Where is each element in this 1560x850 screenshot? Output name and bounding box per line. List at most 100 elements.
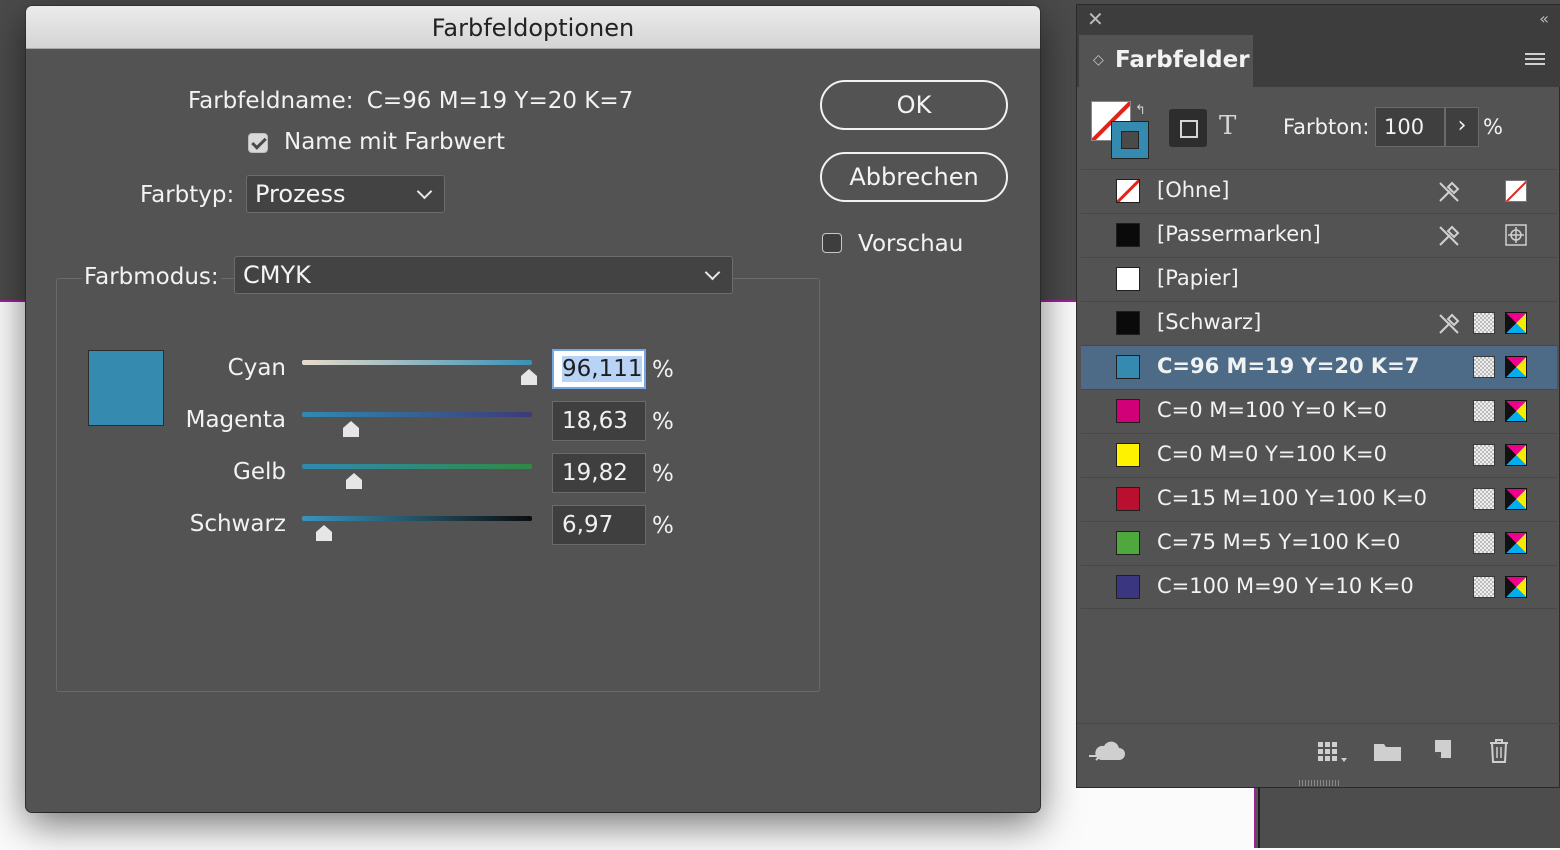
- swatch-name: [Schwarz]: [1157, 310, 1262, 334]
- not-editable-icon: [1439, 313, 1460, 334]
- pasteboard-area: [1256, 786, 1560, 848]
- name-with-value-label: Name mit Farbwert: [284, 129, 505, 155]
- swatch-chip: [1116, 223, 1140, 247]
- name-with-value-checkbox[interactable]: [248, 133, 268, 153]
- color-type-label: Farbtyp:: [140, 182, 235, 208]
- swatch-name-value: C=96 M=19 Y=20 K=7: [366, 88, 634, 114]
- tint-input[interactable]: 100: [1375, 107, 1445, 147]
- swatch-chip: [1116, 575, 1140, 599]
- color-mode-label: Farbmodus:: [82, 264, 221, 290]
- yellow-label: Gelb: [233, 459, 286, 485]
- swatch-chip: [1116, 443, 1140, 467]
- color-type-value: Prozess: [255, 180, 346, 208]
- tint-slider-arrow-icon[interactable]: ›: [1445, 107, 1479, 147]
- panel-resize-grip[interactable]: [1299, 780, 1339, 786]
- formatting-text-icon[interactable]: T: [1219, 111, 1236, 141]
- cyan-label: Cyan: [227, 355, 286, 381]
- color-type-dropdown[interactable]: Prozess: [246, 175, 445, 213]
- not-editable-icon: [1439, 225, 1460, 246]
- color-mode-value: CMYK: [243, 261, 311, 289]
- swatch-row[interactable]: C=0 M=0 Y=100 K=0: [1081, 433, 1557, 477]
- yellow-slider-track[interactable]: [302, 464, 532, 469]
- swatch-row-none[interactable]: [Ohne]: [1081, 169, 1557, 213]
- swatch-row-paper[interactable]: [Papier]: [1081, 257, 1557, 301]
- swatch-chip: [1116, 531, 1140, 555]
- swatch-chip: [1116, 311, 1140, 335]
- process-color-icon: [1473, 488, 1495, 510]
- swatch-chip: [1116, 179, 1140, 203]
- swatch-name: C=0 M=0 Y=100 K=0: [1157, 442, 1387, 466]
- process-color-icon: [1473, 312, 1495, 334]
- not-editable-icon: [1439, 181, 1460, 202]
- swatch-name: C=75 M=5 Y=100 K=0: [1157, 530, 1401, 554]
- cc-libraries-icon[interactable]: [1087, 740, 1127, 764]
- none-color-icon: [1505, 180, 1527, 202]
- swatch-chip: [1116, 487, 1140, 511]
- black-label: Schwarz: [189, 511, 286, 537]
- swatch-list: [Ohne] [Passermarken] [Papier] [Schwarz]…: [1081, 169, 1557, 609]
- black-slider-thumb[interactable]: [315, 524, 333, 542]
- swatch-chip: [1116, 399, 1140, 423]
- formatting-container-icon[interactable]: [1169, 109, 1207, 147]
- black-slider-track[interactable]: [302, 516, 532, 521]
- panel-footer-toolbar: [1077, 723, 1560, 790]
- dialog-title: Farbfeldoptionen: [26, 6, 1040, 49]
- swatch-name: [Passermarken]: [1157, 222, 1321, 246]
- swatch-row[interactable]: C=15 M=100 Y=100 K=0: [1081, 477, 1557, 521]
- swatch-name: [Ohne]: [1157, 178, 1230, 202]
- close-icon[interactable]: ✕: [1087, 7, 1104, 31]
- cmyk-mode-icon: [1505, 312, 1527, 334]
- swatch-row[interactable]: C=75 M=5 Y=100 K=0: [1081, 521, 1557, 565]
- panel-menu-icon[interactable]: [1525, 53, 1545, 67]
- tint-percent: %: [1483, 115, 1503, 139]
- trash-icon[interactable]: [1487, 738, 1511, 764]
- process-color-icon: [1473, 444, 1495, 466]
- color-mode-dropdown[interactable]: CMYK: [234, 256, 733, 294]
- tab-swatches-label: Farbfelder: [1115, 47, 1250, 73]
- swatch-name: C=100 M=90 Y=10 K=0: [1157, 574, 1414, 598]
- cmyk-mode-icon: [1505, 356, 1527, 378]
- cmyk-mode-icon: [1505, 400, 1527, 422]
- tab-swatches[interactable]: ◇ Farbfelder: [1079, 35, 1253, 87]
- new-swatch-icon[interactable]: [1431, 738, 1455, 762]
- magenta-slider-thumb[interactable]: [342, 420, 360, 438]
- black-value-field[interactable]: 6,97: [552, 505, 646, 545]
- registration-icon: [1505, 224, 1527, 246]
- ok-button[interactable]: OK: [820, 80, 1008, 130]
- swatch-chip: [1116, 355, 1140, 379]
- cmyk-mode-icon: [1505, 532, 1527, 554]
- swatch-row[interactable]: C=0 M=100 Y=0 K=0: [1081, 389, 1557, 433]
- swatch-name: C=96 M=19 Y=20 K=7: [1157, 354, 1420, 378]
- swatch-views-icon[interactable]: [1317, 740, 1349, 764]
- yellow-value-field[interactable]: 19,82: [552, 453, 646, 493]
- cyan-slider-track[interactable]: [302, 360, 532, 365]
- magenta-percent: %: [652, 409, 674, 435]
- yellow-percent: %: [652, 461, 674, 487]
- swap-fill-stroke-icon[interactable]: ↰: [1135, 103, 1146, 118]
- black-percent: %: [652, 513, 674, 539]
- preview-checkbox[interactable]: [822, 233, 842, 253]
- yellow-slider-thumb[interactable]: [345, 472, 363, 490]
- swatch-row-black[interactable]: [Schwarz]: [1081, 301, 1557, 345]
- cyan-slider-thumb[interactable]: [520, 368, 538, 386]
- swatch-chip: [1116, 267, 1140, 291]
- panel-header-bar: ✕ «: [1077, 5, 1560, 35]
- swatch-row-registration[interactable]: [Passermarken]: [1081, 213, 1557, 257]
- new-color-group-icon[interactable]: [1373, 740, 1403, 762]
- chevron-down-icon: [416, 183, 433, 200]
- cyan-value-field[interactable]: 96,111: [552, 349, 646, 389]
- stroke-color-icon[interactable]: [1111, 121, 1149, 159]
- swatch-name: [Papier]: [1157, 266, 1239, 290]
- cyan-percent: %: [652, 357, 674, 383]
- panel-tab-strip: ◇ Farbfelder: [1077, 35, 1560, 87]
- magenta-slider-track[interactable]: [302, 412, 532, 417]
- swatch-row-selected[interactable]: C=96 M=19 Y=20 K=7: [1081, 345, 1557, 389]
- magenta-value-field[interactable]: 18,63: [552, 401, 646, 441]
- swatches-panel: ✕ « ◇ Farbfelder ↰ T Farbton: 100 › % [O…: [1076, 4, 1560, 788]
- tint-label: Farbton:: [1283, 115, 1370, 139]
- cancel-button[interactable]: Abbrechen: [820, 152, 1008, 202]
- tab-options-icon: ◇: [1093, 52, 1104, 68]
- collapse-panel-icon[interactable]: «: [1539, 9, 1549, 28]
- swatch-row[interactable]: C=100 M=90 Y=10 K=0: [1081, 565, 1557, 609]
- swatch-options-dialog: Farbfeldoptionen Farbfeldname: C=96 M=19…: [26, 6, 1040, 812]
